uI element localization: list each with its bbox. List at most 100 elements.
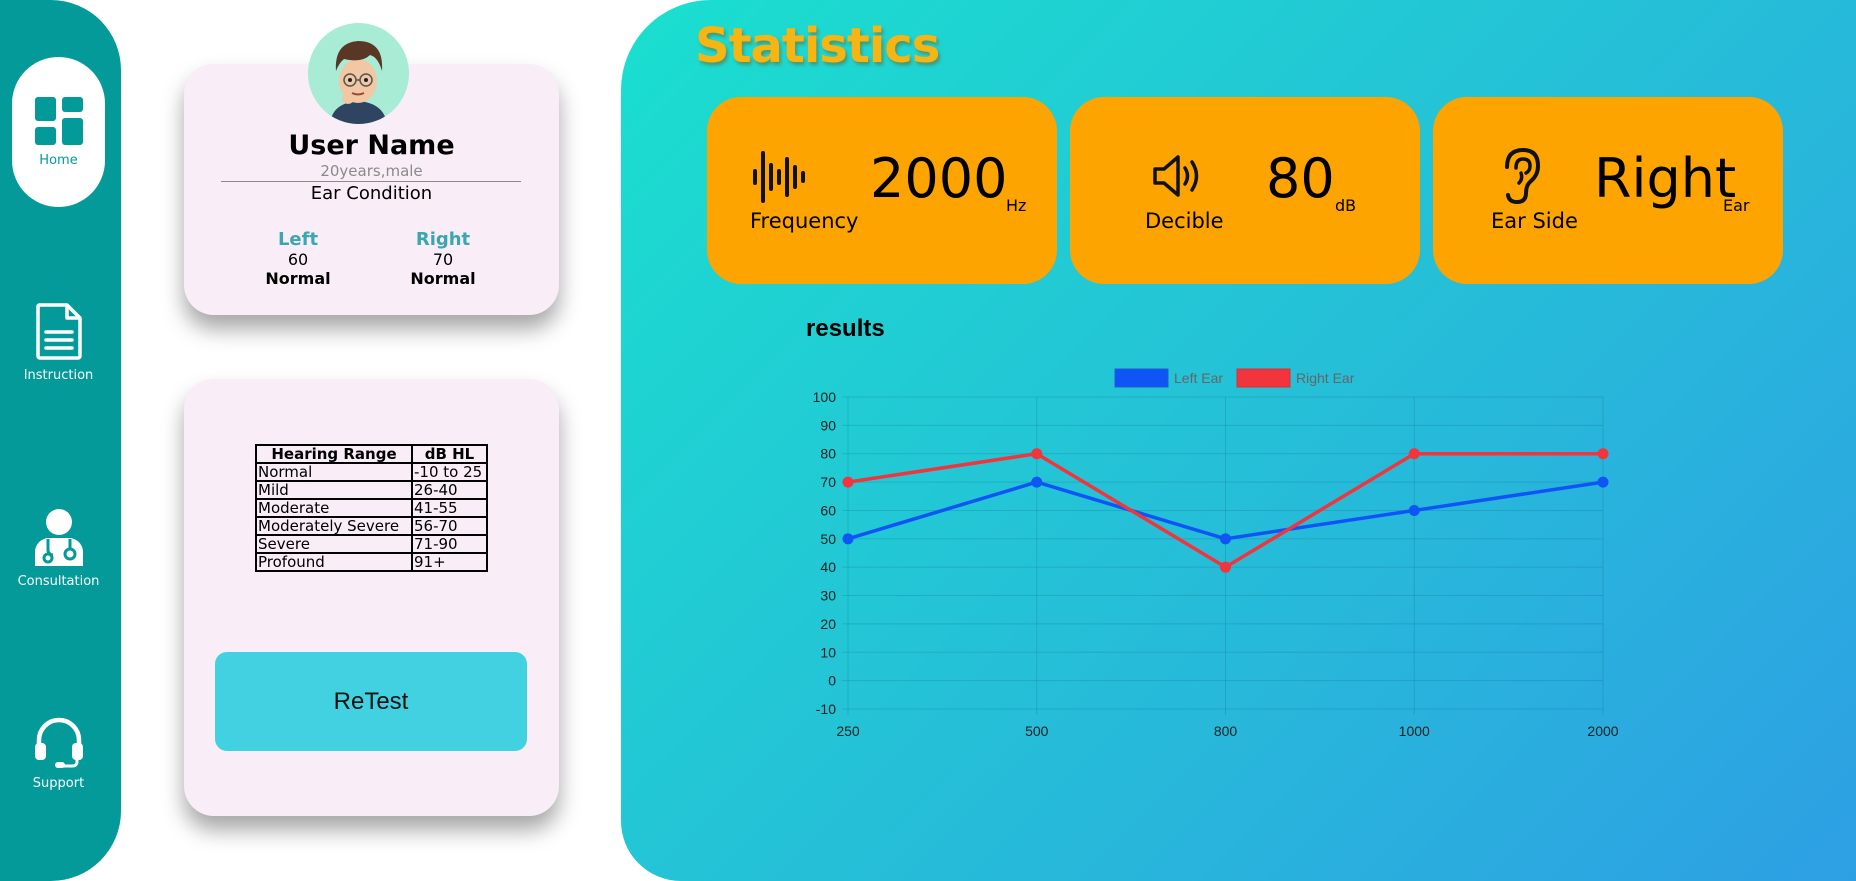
frequency-value: 2000: [870, 147, 1008, 210]
results-title: results: [806, 315, 885, 342]
x-tick-label: 2000: [1587, 723, 1618, 739]
doctor-icon: [33, 508, 85, 566]
right-ear-summary: Right 70 Normal: [383, 229, 503, 289]
y-tick-label: 100: [813, 389, 837, 405]
y-tick-label: 60: [820, 502, 836, 518]
table-row: Severe 71-90: [255, 534, 488, 554]
table-header-row: Hearing Range dB HL: [255, 444, 488, 464]
frequency-label: Frequency: [750, 209, 859, 233]
range-db: -10 to 25: [411, 462, 488, 482]
headset-icon: [33, 716, 85, 768]
nav-home[interactable]: Home: [12, 57, 105, 207]
range-name: Moderate: [255, 498, 413, 518]
y-tick-label: -10: [816, 701, 836, 717]
user-age-gender: 20years,male: [320, 162, 423, 180]
ear-condition-label: Ear Condition: [310, 183, 433, 204]
speaker-icon: [1152, 154, 1204, 202]
range-db: 41-55: [411, 498, 488, 518]
divider: [221, 181, 521, 182]
x-tick-label: 800: [1214, 723, 1238, 739]
left-ear-value: 60: [287, 250, 309, 269]
range-name: Profound: [255, 552, 413, 572]
y-tick-label: 30: [820, 588, 836, 604]
right-ear-condition: Normal: [410, 269, 476, 288]
table-row: Moderate 41-55: [255, 498, 488, 518]
decibel-unit: dB: [1335, 196, 1357, 215]
statistics-title: Statistics: [695, 18, 940, 74]
x-tick-label: 250: [836, 723, 860, 739]
left-ear-summary: Left 60 Normal: [238, 229, 358, 289]
decibel-card: [1070, 97, 1420, 284]
range-db: 56-70: [411, 516, 488, 536]
left-ear-condition: Normal: [265, 269, 331, 288]
results-chart: Left Ear Right Ear 100908070605040302010…: [813, 368, 1619, 739]
ear-side-label: Ear Side: [1491, 209, 1578, 233]
y-axis: 1009080706050403020100-10: [813, 389, 837, 717]
data-point-right-ear[interactable]: [1031, 448, 1043, 460]
decibel-value: 80: [1266, 147, 1335, 210]
column-header: Hearing Range: [255, 444, 413, 464]
x-tick-label: 500: [1025, 723, 1049, 739]
user-name: User Name: [288, 130, 455, 161]
y-tick-label: 0: [828, 673, 836, 689]
nav-consultation[interactable]: Consultation: [12, 488, 105, 608]
nav-instruction[interactable]: Instruction: [12, 282, 105, 402]
y-tick-label: 90: [820, 417, 836, 433]
y-tick-label: 40: [820, 559, 836, 575]
legend-label-right: Right Ear: [1296, 370, 1355, 386]
data-point-right-ear[interactable]: [1597, 448, 1609, 460]
left-ear-label: Left: [277, 229, 319, 250]
ear-side-value: Right: [1594, 147, 1737, 210]
ear-icon: [1501, 147, 1541, 209]
nav-support-label: Support: [32, 775, 85, 791]
legend-swatch-right: [1236, 368, 1291, 388]
data-point-left-ear[interactable]: [1031, 476, 1043, 488]
range-name: Severe: [255, 534, 413, 554]
table-row: Moderately Severe 56-70: [255, 516, 488, 536]
right-ear-value: 70: [432, 250, 454, 269]
retest-button[interactable]: ReTest: [215, 652, 527, 751]
data-point-right-ear[interactable]: [1220, 561, 1231, 573]
avatar: [308, 23, 409, 124]
sidebar: Home Instruction Consultation Support: [0, 0, 121, 881]
data-point-left-ear[interactable]: [1220, 533, 1231, 545]
sound-wave-icon: [752, 149, 806, 209]
document-icon: [35, 302, 83, 360]
data-point-right-ear[interactable]: [1408, 448, 1420, 460]
legend-swatch-left: [1114, 368, 1169, 388]
hearing-range-table: Hearing Range dB HL Normal -10 to 25 Mil…: [255, 444, 488, 572]
x-axis: 250 500 800 1000 2000: [836, 723, 1618, 739]
range-name: Mild: [255, 480, 413, 500]
dashboard-icon: [34, 96, 83, 145]
range-db: 71-90: [411, 534, 488, 554]
range-db: 91+: [411, 552, 488, 572]
nav-consultation-label: Consultation: [17, 573, 100, 589]
range-name: Moderately Severe: [255, 516, 413, 536]
y-tick-label: 70: [820, 474, 836, 490]
column-header: dB HL: [411, 444, 488, 464]
data-point-left-ear[interactable]: [1597, 476, 1609, 488]
frequency-unit: Hz: [1006, 196, 1027, 215]
chart-grid: [842, 396, 1604, 715]
data-point-left-ear[interactable]: [842, 533, 854, 545]
table-row: Profound 91+: [255, 552, 488, 572]
nav-instruction-label: Instruction: [23, 367, 94, 383]
ear-side-unit: Ear: [1723, 196, 1750, 215]
y-tick-label: 20: [820, 616, 836, 632]
table-row: Normal -10 to 25: [255, 462, 488, 482]
nav-support[interactable]: Support: [12, 693, 105, 813]
range-name: Normal: [255, 462, 413, 482]
x-tick-label: 1000: [1399, 723, 1430, 739]
legend-label-left: Left Ear: [1174, 370, 1223, 386]
y-tick-label: 50: [820, 531, 836, 547]
table-row: Mild 26-40: [255, 480, 488, 500]
data-point-right-ear[interactable]: [842, 476, 854, 488]
range-db: 26-40: [411, 480, 488, 500]
decibel-label: Decible: [1145, 209, 1224, 233]
y-tick-label: 80: [820, 446, 836, 462]
y-tick-label: 10: [820, 644, 836, 660]
nav-home-label: Home: [39, 152, 78, 168]
data-point-left-ear[interactable]: [1408, 504, 1420, 516]
right-ear-label: Right: [415, 229, 471, 250]
chart-legend: Left Ear Right Ear: [1114, 368, 1355, 388]
